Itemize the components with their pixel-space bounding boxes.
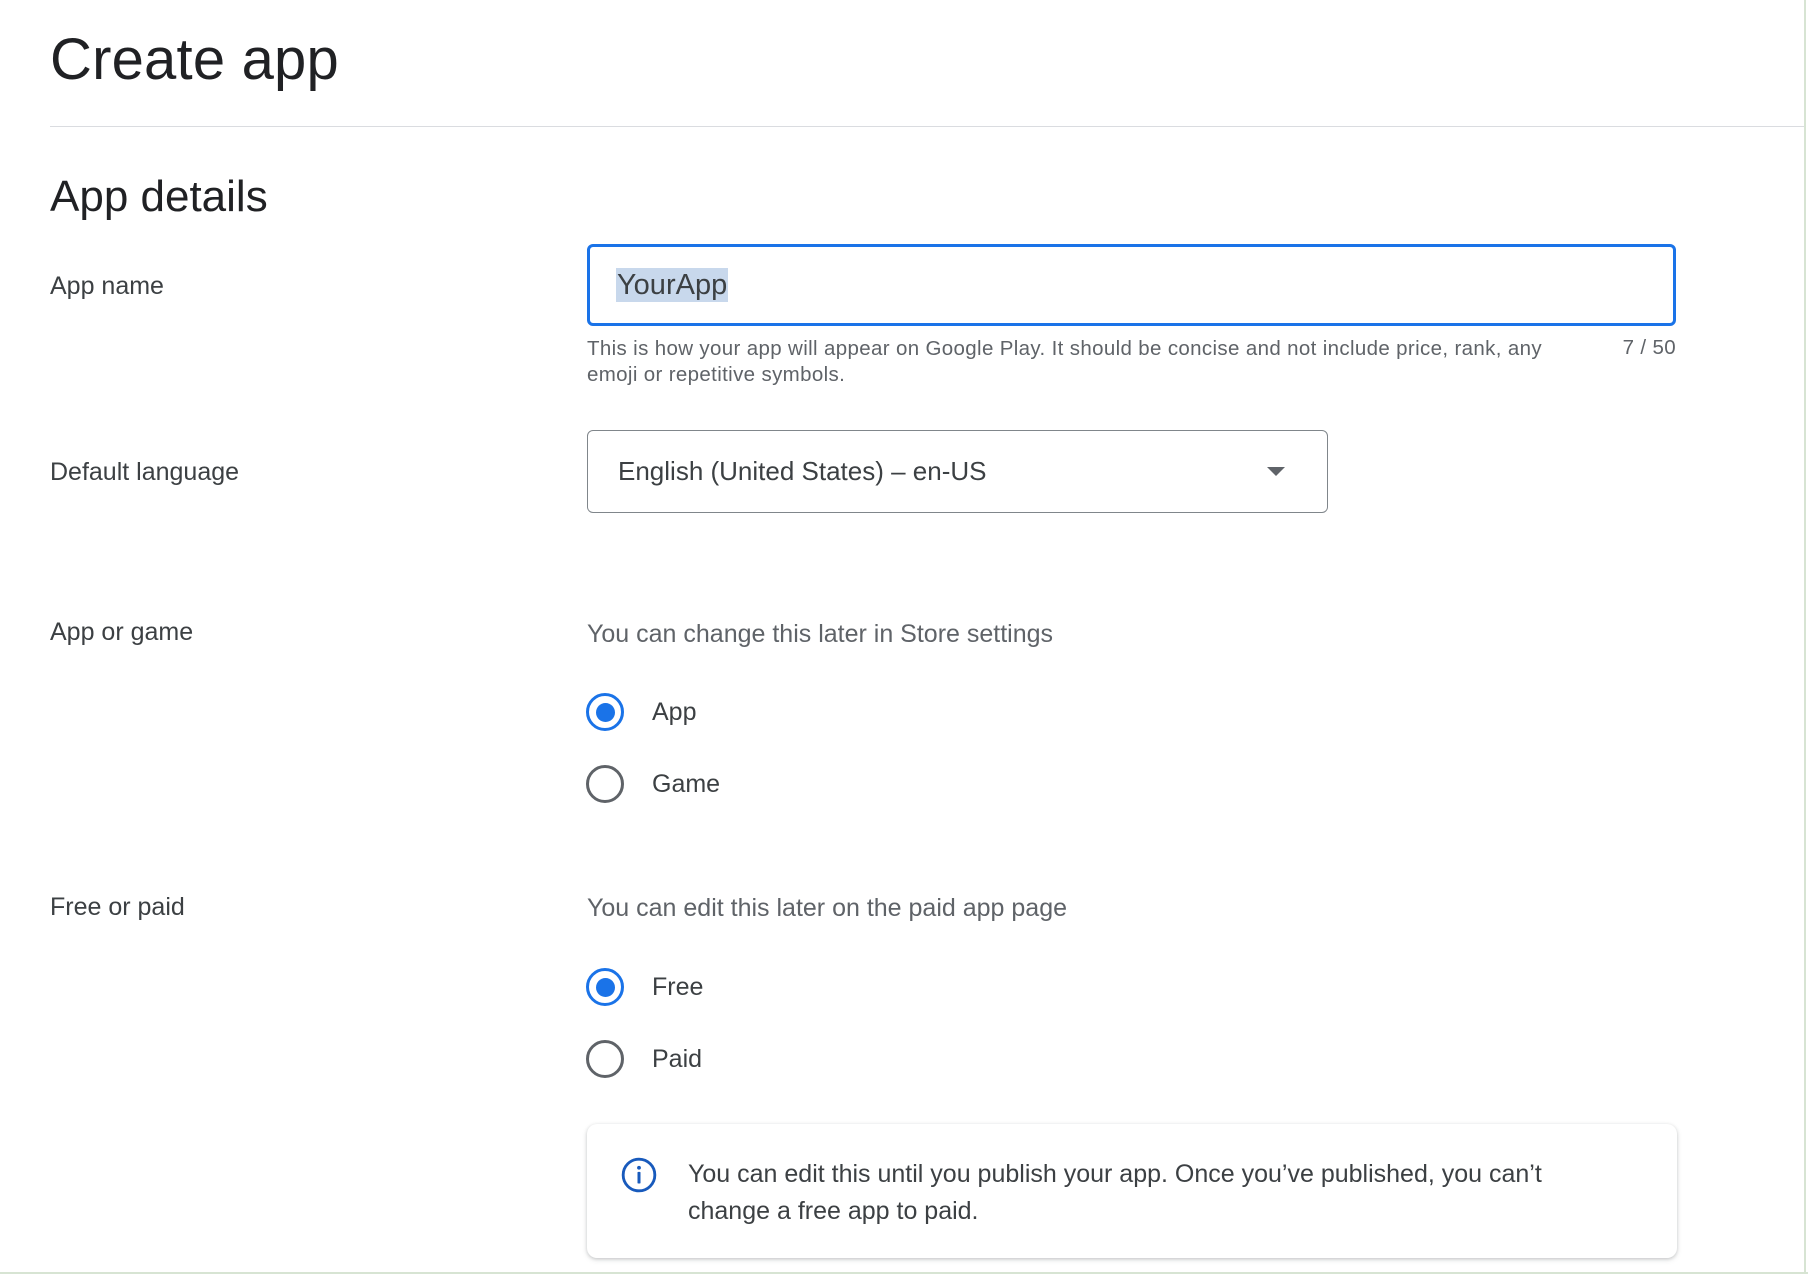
- app-name-helper-text: This is how your app will appear on Goog…: [587, 337, 1542, 386]
- radio-button-paid[interactable]: [586, 1040, 624, 1078]
- radio-label-app[interactable]: App: [652, 698, 696, 727]
- info-message: You can edit this until you publish your…: [688, 1160, 1542, 1225]
- default-language-label: Default language: [50, 458, 240, 486]
- section-title-app-details: App details: [50, 172, 268, 221]
- radio-option-app[interactable]: App: [586, 692, 696, 732]
- radio-option-free[interactable]: Free: [586, 967, 703, 1007]
- app-or-game-label: App or game: [50, 618, 194, 646]
- default-language-select[interactable]: English (United States) – en-US: [587, 430, 1328, 513]
- radio-option-paid[interactable]: Paid: [586, 1039, 702, 1079]
- app-name-input[interactable]: YourApp: [587, 244, 1676, 326]
- app-name-character-counter: 7 / 50: [1622, 336, 1676, 359]
- radio-option-game[interactable]: Game: [586, 764, 720, 804]
- create-app-page: Create app App details App name YourApp …: [0, 0, 1808, 1274]
- app-name-label: App name: [50, 272, 164, 300]
- radio-label-free[interactable]: Free: [652, 973, 703, 1002]
- page-title: Create app: [50, 27, 339, 92]
- radio-label-game[interactable]: Game: [652, 770, 720, 799]
- header-divider: [50, 126, 1804, 127]
- page-edge-right: [1804, 0, 1806, 1272]
- free-or-paid-hint: You can edit this later on the paid app …: [587, 894, 1068, 922]
- app-or-game-hint: You can change this later in Store setti…: [587, 620, 1054, 648]
- radio-button-free[interactable]: [586, 968, 624, 1006]
- arrow-drop-down-icon: [1267, 467, 1285, 476]
- app-name-value[interactable]: YourApp: [616, 268, 729, 302]
- radio-label-paid[interactable]: Paid: [652, 1045, 702, 1074]
- free-or-paid-label: Free or paid: [50, 893, 185, 921]
- info-icon: [621, 1157, 657, 1193]
- radio-button-game[interactable]: [586, 765, 624, 803]
- free-paid-info-box: You can edit this until you publish your…: [587, 1124, 1677, 1258]
- default-language-value: English (United States) – en-US: [618, 456, 987, 486]
- radio-button-app[interactable]: [586, 693, 624, 731]
